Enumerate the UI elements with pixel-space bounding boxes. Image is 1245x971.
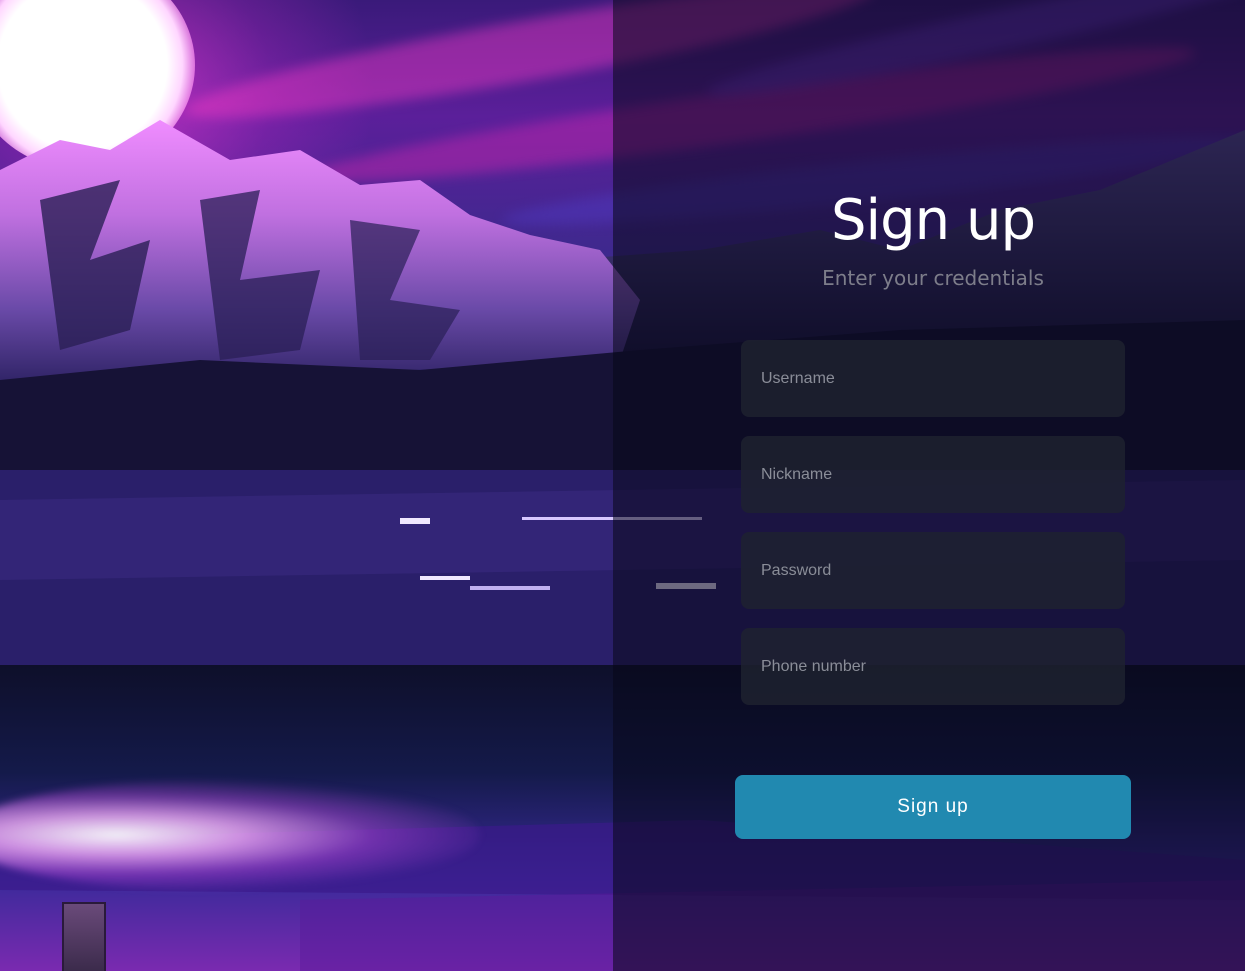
page-title: Sign up [831, 188, 1036, 253]
page-subtitle: Enter your credentials [822, 266, 1044, 290]
signup-form: Sign up Enter your credentials Sign up [613, 0, 1245, 971]
phone-number-field[interactable] [741, 628, 1125, 705]
password-field[interactable] [741, 532, 1125, 609]
nickname-field[interactable] [741, 436, 1125, 513]
sign-up-button[interactable]: Sign up [735, 775, 1131, 839]
dock-post [62, 902, 106, 971]
background-scene: Sign up Enter your credentials Sign up [0, 0, 1245, 971]
username-field[interactable] [741, 340, 1125, 417]
